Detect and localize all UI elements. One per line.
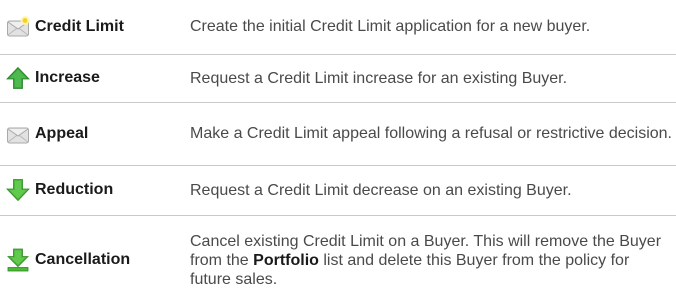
arrow-up-icon — [6, 66, 30, 90]
credit-limit-actions-table: Credit Limit Create the initial Credit L… — [0, 0, 676, 305]
arrow-down-icon — [6, 178, 30, 202]
action-description-cancellation: Cancel existing Credit Limit on a Buyer.… — [190, 215, 676, 305]
envelope-new-icon — [6, 15, 30, 39]
action-row-increase: Increase Request a Credit Limit increase… — [0, 54, 676, 102]
action-description-credit-limit: Create the initial Credit Limit applicat… — [190, 18, 591, 36]
portfolio-link-text: Portfolio — [253, 251, 319, 269]
action-name-appeal: Appeal — [35, 124, 89, 142]
action-name-cell: Credit Limit — [0, 0, 190, 54]
action-row-appeal: Appeal Make a Credit Limit appeal follow… — [0, 102, 676, 165]
action-name-increase: Increase — [35, 69, 100, 86]
action-row-reduction: Reduction Request a Credit Limit decreas… — [0, 165, 676, 215]
arrow-down-to-line-icon — [6, 248, 30, 272]
action-name-cell: Reduction — [0, 165, 190, 215]
action-description-reduction: Request a Credit Limit decrease on an ex… — [190, 181, 572, 199]
action-row-cancellation: Cancellation Cancel existing Credit Limi… — [0, 215, 676, 305]
action-description-increase: Request a Credit Limit increase for an e… — [190, 69, 568, 87]
action-row-credit-limit: Credit Limit Create the initial Credit L… — [0, 0, 676, 54]
action-name-cell: Appeal — [0, 102, 190, 165]
action-description-appeal: Make a Credit Limit appeal following a r… — [190, 125, 672, 142]
action-name-reduction: Reduction — [35, 181, 114, 198]
action-name-cell: Increase — [0, 54, 190, 102]
envelope-icon — [6, 122, 30, 146]
action-name-cancellation: Cancellation — [35, 251, 131, 269]
action-name-credit-limit: Credit Limit — [35, 17, 124, 35]
action-name-cell: Cancellation — [0, 215, 190, 305]
